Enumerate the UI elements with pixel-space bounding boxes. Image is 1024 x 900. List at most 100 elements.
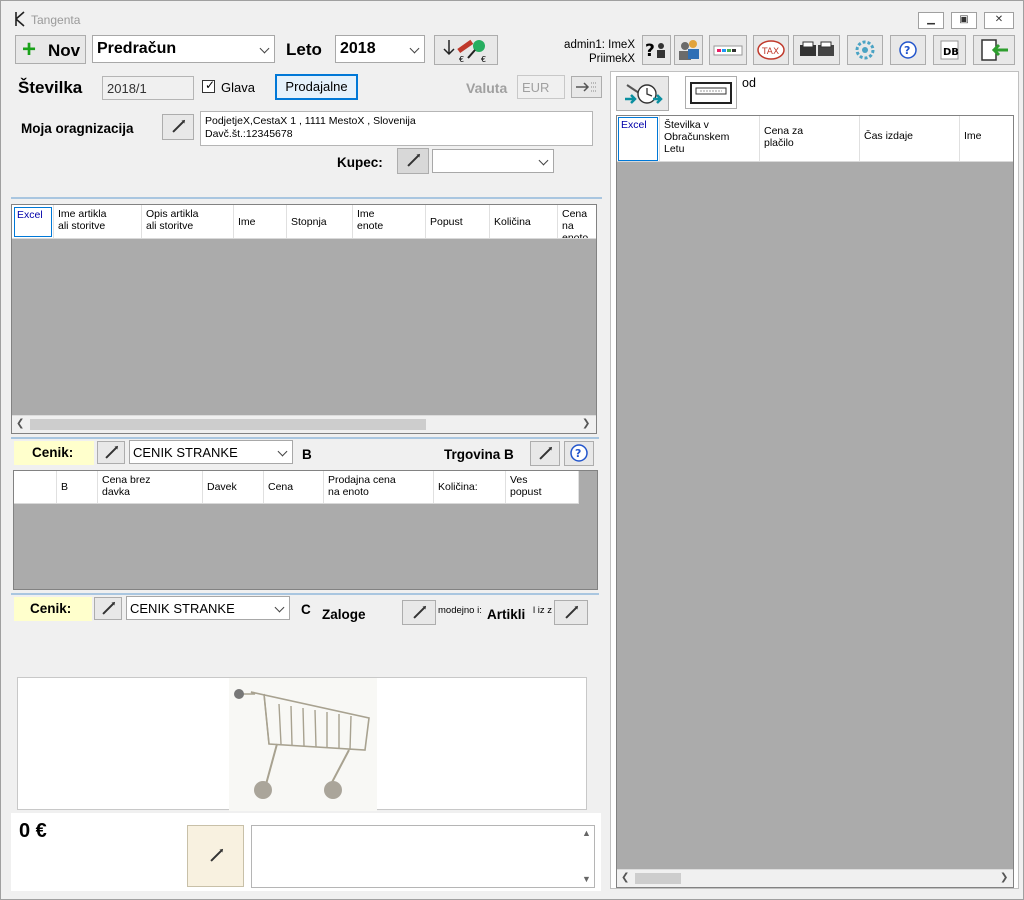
scroll-right-icon[interactable]: ❯ <box>582 418 590 429</box>
user-line1: admin1: ImeX <box>564 39 635 51</box>
app-logo-icon <box>15 11 25 27</box>
column-header[interactable]: Številka v Obračunskem Letu <box>660 116 760 161</box>
column-header[interactable]: Ves popust <box>506 471 579 503</box>
settings-button[interactable] <box>847 35 883 65</box>
svg-text:?: ? <box>904 44 910 57</box>
invoice-time-filter-button[interactable] <box>616 76 669 111</box>
chevron-down-icon <box>409 43 420 54</box>
pencil-icon <box>172 121 184 133</box>
svg-text:?: ? <box>575 447 581 460</box>
edit-shop-b-button[interactable] <box>530 441 560 466</box>
pricelist-help-button[interactable]: ? <box>564 441 594 466</box>
articles-suffix: l iz z <box>533 605 552 616</box>
exit-button[interactable] <box>973 35 1015 65</box>
column-header[interactable]: Cena na enoto <box>558 205 596 238</box>
window-title: Tangenta <box>31 13 81 27</box>
shops-button[interactable]: Prodajalne <box>275 74 358 100</box>
excel-button[interactable]: Excel <box>14 207 52 237</box>
divider <box>11 593 599 595</box>
column-header[interactable]: Stopnja <box>287 205 353 238</box>
column-header[interactable]: Cena brez davka <box>98 471 203 503</box>
currency-select-button[interactable] <box>571 76 602 98</box>
excel-button[interactable]: Excel <box>618 117 658 161</box>
help-button[interactable]: ? <box>890 35 926 65</box>
column-header[interactable] <box>14 471 57 503</box>
scrollbar-thumb[interactable] <box>635 873 681 884</box>
close-icon: ✕ <box>994 14 1004 25</box>
invoices-horizontal-scrollbar[interactable]: ❮ ❯ <box>617 869 1013 887</box>
display-icon <box>713 45 743 56</box>
scroll-left-icon[interactable]: ❮ <box>16 418 24 429</box>
edit-buyer-button[interactable] <box>397 148 429 174</box>
column-header[interactable]: Čas izdaje <box>860 116 960 161</box>
column-header[interactable]: Opis artikla ali storitve <box>142 205 234 238</box>
column-header[interactable]: Količina <box>490 205 558 238</box>
chevron-down-icon <box>538 155 549 166</box>
question-icon: ? <box>570 444 588 462</box>
excel-export-cell[interactable]: Excel <box>617 116 660 161</box>
users-button[interactable] <box>674 35 703 65</box>
doc-type-select[interactable]: Predračun <box>92 35 275 63</box>
scroll-right-icon[interactable]: ❯ <box>1000 872 1008 883</box>
pricelist-c-letter: C <box>301 602 311 617</box>
column-header[interactable]: Ime <box>960 116 1013 161</box>
column-header[interactable]: Cena <box>264 471 324 503</box>
new-button-label: Nov <box>48 41 81 60</box>
scroll-down-icon[interactable]: ▼ <box>582 874 591 884</box>
receipt-printer-button[interactable] <box>685 76 737 109</box>
articles-panel <box>17 677 587 811</box>
column-header[interactable]: Prodajna cena na enoto <box>324 471 434 503</box>
edit-articles-button[interactable] <box>554 600 588 625</box>
tax-button[interactable]: TAX <box>753 35 789 65</box>
pricelist-b-label-box: Cenik: <box>14 441 94 465</box>
print-button[interactable] <box>793 35 840 65</box>
column-header[interactable]: Ime artikla ali storitve <box>54 205 142 238</box>
year-select[interactable]: 2018 <box>335 35 425 63</box>
tax-icon: TAX <box>757 40 785 60</box>
scroll-up-icon[interactable]: ▲ <box>582 828 591 838</box>
display-button[interactable] <box>709 35 747 65</box>
new-button[interactable]: + Nov <box>15 35 86 64</box>
maximize-button[interactable]: ▣ <box>951 12 977 29</box>
items-table-header: Excel Ime artikla ali storitve Opis arti… <box>12 205 596 239</box>
help-user-icon: ? <box>645 41 665 61</box>
minimize-button[interactable]: ▁ <box>918 12 944 29</box>
app-window: Tangenta ▁ ▣ ✕ + Nov Predračun Leto 2018… <box>0 0 1024 900</box>
chevron-down-icon <box>277 446 288 457</box>
column-header[interactable]: Količina: <box>434 471 506 503</box>
currency-field[interactable]: EUR <box>517 75 565 99</box>
pricelist-b-select[interactable]: CENIK STRANKE <box>129 440 293 464</box>
exchange-rates-button[interactable]: € € <box>434 35 498 65</box>
scrollbar-thumb[interactable] <box>30 419 426 430</box>
org-tax-number: Davč.št.:12345678 <box>205 128 293 140</box>
edit-pricelist-c-button[interactable] <box>94 597 122 620</box>
items-horizontal-scrollbar[interactable]: ❮ ❯ <box>12 415 596 433</box>
clock-arrows-icon <box>625 84 663 104</box>
database-button[interactable]: DB <box>933 35 966 65</box>
scroll-left-icon[interactable]: ❮ <box>621 872 629 883</box>
number-field[interactable]: 2018/1 <box>102 76 194 100</box>
svg-text:?: ? <box>645 41 655 61</box>
close-button[interactable]: ✕ <box>984 12 1014 29</box>
articles-label: Artikli <box>487 607 526 622</box>
excel-export-cell[interactable]: Excel <box>12 205 54 238</box>
edit-pricelist-b-button[interactable] <box>97 441 125 464</box>
plus-icon: + <box>22 36 37 63</box>
column-header[interactable]: Ime <box>234 205 287 238</box>
note-textarea[interactable]: ▲ ▼ <box>251 825 595 888</box>
column-header[interactable]: Ime enote <box>353 205 426 238</box>
column-header[interactable]: Cena za plačilo <box>760 116 860 161</box>
help-user-button[interactable]: ? <box>642 35 671 65</box>
buyer-select[interactable] <box>432 149 554 173</box>
edit-org-button[interactable] <box>162 114 194 140</box>
od-label: od <box>742 76 756 90</box>
glava-checkbox[interactable]: ✓ <box>202 78 215 93</box>
column-header[interactable]: Popust <box>426 205 490 238</box>
column-header[interactable]: Davek <box>203 471 264 503</box>
edit-stock-button[interactable] <box>402 600 436 625</box>
pricelist-c-select[interactable]: CENIK STRANKE <box>126 596 290 620</box>
chevron-down-icon <box>274 602 285 613</box>
pencil-icon <box>102 602 114 615</box>
column-header[interactable]: B <box>57 471 98 503</box>
edit-note-button[interactable] <box>187 825 244 887</box>
